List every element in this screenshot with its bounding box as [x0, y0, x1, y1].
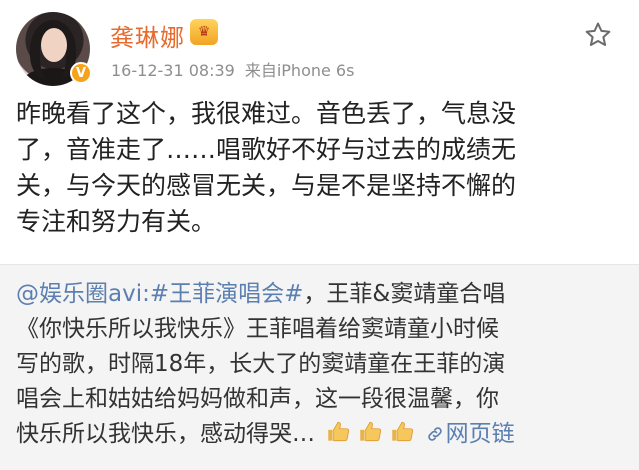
post-header: V 龚琳娜 ♛ 16-12-31 08:39 来自iPhone 6s: [0, 0, 639, 90]
repost-line: 快乐所以我快乐，感动得哭…: [16, 421, 315, 447]
repost-box[interactable]: @娱乐圈avi:#王菲演唱会#，王菲&窦靖童合唱 《你快乐所以我快乐》王菲唱着给…: [0, 264, 639, 470]
repost-line: 写的歌，时隔18年，长大了的窦靖童在王菲的演: [16, 351, 506, 377]
post-content-line: 了，音准走了……唱歌好不好与过去的成绩无: [16, 135, 517, 164]
username[interactable]: 龚琳娜: [110, 18, 185, 53]
mention-link[interactable]: @娱乐圈avi:: [16, 281, 150, 307]
post-content-line: 专注和努力有关。: [16, 207, 217, 236]
repost-line: ，王菲&窦靖童合唱: [303, 281, 506, 307]
topic-link[interactable]: #王菲演唱会#: [150, 281, 304, 307]
verified-badge: V: [70, 62, 92, 84]
post-content-line: 关，与今天的感冒无关，与是不是坚持不懈的: [16, 171, 517, 200]
web-link-label: 网页链: [445, 421, 515, 447]
thumbs-up-icon: [392, 421, 414, 442]
repost-line: 《你快乐所以我快乐》王菲唱着给窦靖童小时候: [16, 316, 499, 342]
link-icon: [427, 427, 442, 441]
web-link[interactable]: 网页链: [426, 421, 515, 447]
repost-line: 唱会上和姑姑给妈妈做和声，这一段很温馨，你: [16, 386, 499, 412]
post-content-line: 昨晚看了这个，我很难过。音色丢了，气息没: [16, 99, 517, 128]
post-timestamp: 16-12-31 08:39: [111, 61, 235, 80]
weibo-post-card: V 龚琳娜 ♛ 16-12-31 08:39 来自iPhone 6s 昨晚看了这个…: [0, 0, 639, 470]
repost-text: @娱乐圈avi:#王菲演唱会#，王菲&窦靖童合唱 《你快乐所以我快乐》王菲唱着给…: [16, 277, 630, 452]
thumbs-up-icon: [360, 421, 382, 442]
post-meta: 16-12-31 08:39 来自iPhone 6s: [111, 57, 354, 81]
post-content: 昨晚看了这个，我很难过。音色丢了，气息没 了，音准走了……唱歌好不好与过去的成绩…: [16, 96, 626, 240]
vip-crown-icon[interactable]: ♛: [190, 19, 218, 45]
star-icon[interactable]: [583, 20, 613, 50]
thumbs-up-icon: [328, 421, 350, 442]
post-source: 来自iPhone 6s: [244, 61, 355, 80]
